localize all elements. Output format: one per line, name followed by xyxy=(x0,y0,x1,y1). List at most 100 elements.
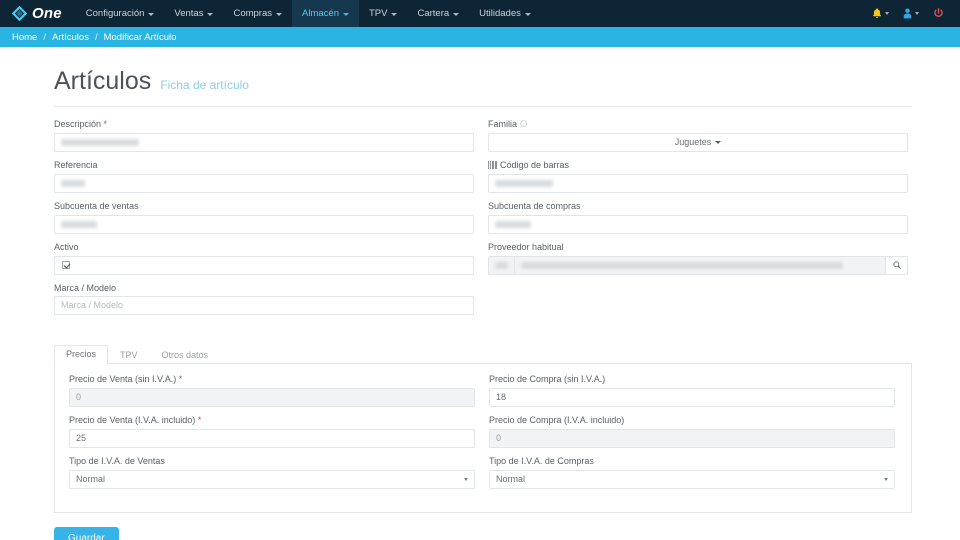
activo-checkbox-container[interactable] xyxy=(54,256,474,275)
info-icon[interactable] xyxy=(520,120,527,127)
chevron-down-icon xyxy=(885,12,889,15)
breadcrumb-separator: / xyxy=(43,32,46,43)
nav-item-label: Compras xyxy=(233,8,272,19)
tipo-iva-ventas-value: Normal xyxy=(76,475,105,484)
breadcrumb-item-articulos[interactable]: Artículos xyxy=(52,32,89,43)
tipo-iva-ventas-select[interactable]: Normal xyxy=(69,470,475,489)
nav-item-label: Cartera xyxy=(417,8,449,19)
required-marker: * xyxy=(101,119,107,129)
chevron-down-icon xyxy=(207,13,213,16)
brand-logo[interactable]: One xyxy=(0,0,76,27)
nav-item-label: Utilidades xyxy=(479,8,521,19)
codigo-barras-input[interactable] xyxy=(488,174,908,193)
proveedor-search-button[interactable] xyxy=(886,256,908,275)
field-precio-venta-sin-iva: Precio de Venta (sin I.V.A.) * 0 xyxy=(69,375,475,407)
marca-modelo-input[interactable]: Marca / Modelo xyxy=(54,296,474,315)
field-descripcion: Descripción * xyxy=(54,120,474,152)
nav-item-tpv[interactable]: TPV xyxy=(359,0,407,27)
subcuenta-ventas-input[interactable] xyxy=(54,215,474,234)
redacted-value xyxy=(495,180,553,187)
field-label: Precio de Compra (sin I.V.A.) xyxy=(489,375,895,385)
activo-checkbox[interactable] xyxy=(62,261,70,269)
nav-item-utilidades[interactable]: Utilidades xyxy=(469,0,541,27)
breadcrumb: Home / Artículos / Modificar Artículo xyxy=(0,27,960,47)
redacted-value xyxy=(61,139,139,146)
field-label: Activo xyxy=(54,243,474,253)
nav-menu: Configuración Ventas Compras Almacén TPV… xyxy=(76,0,541,27)
nav-item-label: Ventas xyxy=(174,8,203,19)
nav-item-configuracion[interactable]: Configuración xyxy=(76,0,165,27)
chevron-down-icon xyxy=(915,12,919,15)
page-subtitle: Ficha de artículo xyxy=(160,78,249,92)
field-codigo-barras: Código de barras xyxy=(488,161,908,193)
field-subcuenta-compras: Subcuenta de compras xyxy=(488,202,908,234)
tipo-iva-compras-select[interactable]: Normal xyxy=(489,470,895,489)
field-label: Subcuenta de compras xyxy=(488,202,908,212)
page-content: Artículos Ficha de artículo Descripción … xyxy=(0,69,960,540)
nav-item-cartera[interactable]: Cartera xyxy=(407,0,469,27)
chevron-down-icon xyxy=(276,13,282,16)
field-label: Precio de Venta (I.V.A. incluido) * xyxy=(69,416,475,426)
redacted-value xyxy=(495,221,531,228)
nav-item-label: Configuración xyxy=(86,8,145,19)
label-text: Precio de Venta (I.V.A. incluido) xyxy=(69,415,195,425)
user-menu-button[interactable] xyxy=(897,0,925,27)
precio-compra-con-iva-input[interactable]: 0 xyxy=(489,429,895,448)
precio-venta-sin-iva-input[interactable]: 0 xyxy=(69,388,475,407)
tab-otros-datos[interactable]: Otros datos xyxy=(150,346,221,364)
familia-select[interactable]: Juguetes xyxy=(488,133,908,152)
tab-precios[interactable]: Precios xyxy=(54,345,108,364)
breadcrumb-item-home[interactable]: Home xyxy=(12,32,37,43)
label-text: Código de barras xyxy=(500,160,569,170)
article-form: Descripción * Referencia Subcuenta de ve… xyxy=(54,120,912,324)
label-text: Familia xyxy=(488,119,517,129)
field-label: Tipo de I.V.A. de Compras xyxy=(489,457,895,467)
barcode-icon xyxy=(488,161,497,169)
nav-item-almacen[interactable]: Almacén xyxy=(292,0,359,27)
required-marker: * xyxy=(176,374,182,384)
breadcrumb-item-current: Modificar Artículo xyxy=(104,32,177,43)
field-label: Familia xyxy=(488,120,908,130)
redacted-value xyxy=(61,221,97,228)
logout-button[interactable] xyxy=(927,0,950,27)
field-activo: Activo xyxy=(54,243,474,275)
field-tipo-iva-compras: Tipo de I.V.A. de Compras Normal xyxy=(489,457,895,489)
referencia-input[interactable] xyxy=(54,174,474,193)
precios-column-venta: Precio de Venta (sin I.V.A.) * 0 Precio … xyxy=(69,375,475,498)
proveedor-code-addon[interactable] xyxy=(488,256,514,275)
search-icon xyxy=(893,261,901,269)
field-label: Marca / Modelo xyxy=(54,284,474,294)
chevron-down-icon xyxy=(884,478,888,481)
diamond-logo-icon xyxy=(12,6,27,21)
field-label: Código de barras xyxy=(488,161,908,171)
redacted-value xyxy=(521,262,843,269)
proveedor-name-input[interactable] xyxy=(514,256,886,275)
tabs-section: Precios TPV Otros datos Precio de Venta … xyxy=(54,345,912,513)
form-column-right: Familia Juguetes Código de barras xyxy=(488,120,908,324)
field-precio-compra-con-iva: Precio de Compra (I.V.A. incluido) 0 xyxy=(489,416,895,448)
field-subcuenta-ventas: Subcuenta de ventas xyxy=(54,202,474,234)
field-label: Proveedor habitual xyxy=(488,243,908,253)
user-icon xyxy=(903,8,912,19)
proveedor-input-group xyxy=(488,256,908,275)
precio-venta-con-iva-input[interactable]: 25 xyxy=(69,429,475,448)
field-label: Referencia xyxy=(54,161,474,171)
bell-icon xyxy=(872,8,882,19)
tab-tpv[interactable]: TPV xyxy=(108,346,150,364)
descripcion-input[interactable] xyxy=(54,133,474,152)
field-label: Precio de Compra (I.V.A. incluido) xyxy=(489,416,895,426)
form-column-left: Descripción * Referencia Subcuenta de ve… xyxy=(54,120,474,324)
precio-compra-sin-iva-input[interactable]: 18 xyxy=(489,388,895,407)
notifications-button[interactable] xyxy=(866,0,895,27)
field-proveedor-habitual: Proveedor habitual xyxy=(488,243,908,275)
field-tipo-iva-ventas: Tipo de I.V.A. de Ventas Normal xyxy=(69,457,475,489)
nav-item-compras[interactable]: Compras xyxy=(223,0,292,27)
save-button[interactable]: Guardar xyxy=(54,527,119,540)
nav-item-label: Almacén xyxy=(302,8,339,19)
subcuenta-compras-input[interactable] xyxy=(488,215,908,234)
field-precio-compra-sin-iva: Precio de Compra (sin I.V.A.) 18 xyxy=(489,375,895,407)
field-precio-venta-con-iva: Precio de Venta (I.V.A. incluido) * 25 xyxy=(69,416,475,448)
top-navbar: One Configuración Ventas Compras Almacén… xyxy=(0,0,960,27)
field-referencia: Referencia xyxy=(54,161,474,193)
nav-item-ventas[interactable]: Ventas xyxy=(164,0,223,27)
